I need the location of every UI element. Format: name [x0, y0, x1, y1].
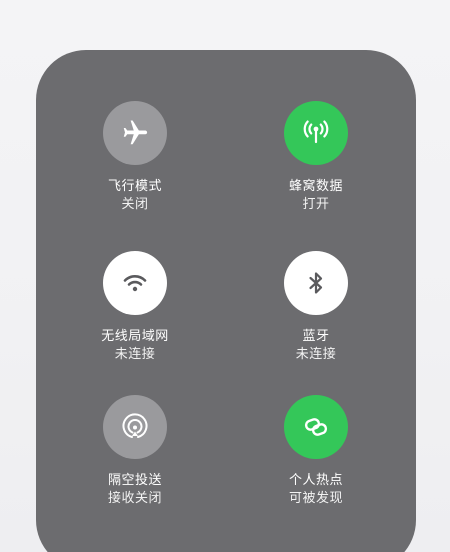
- antenna-icon: [299, 116, 333, 150]
- airdrop-control: 隔空投送 接收关闭: [65, 395, 205, 508]
- airplane-icon: [120, 118, 150, 148]
- wifi-icon: [120, 268, 150, 298]
- personal-hotspot-label: 个人热点: [288, 473, 343, 488]
- cellular-data-toggle[interactable]: [284, 101, 348, 165]
- airdrop-status: 接收关闭: [107, 491, 162, 506]
- airplane-mode-control: 飞行模式 关闭: [65, 101, 205, 214]
- bluetooth-toggle[interactable]: [284, 251, 348, 315]
- bluetooth-label: 蓝牙: [302, 329, 330, 344]
- wifi-control: 无线局域网 未连接: [65, 251, 205, 364]
- wifi-toggle[interactable]: [103, 251, 167, 315]
- bluetooth-icon: [301, 268, 331, 298]
- airplane-mode-toggle[interactable]: [103, 101, 167, 165]
- cellular-data-status: 打开: [302, 197, 330, 212]
- wifi-label: 无线局域网: [101, 329, 169, 344]
- airplane-mode-status: 关闭: [121, 197, 149, 212]
- bluetooth-control: 蓝牙 未连接: [246, 251, 386, 364]
- airdrop-label: 隔空投送: [107, 473, 162, 488]
- airdrop-icon: [118, 410, 152, 444]
- cellular-data-label: 蜂窝数据: [288, 179, 343, 194]
- personal-hotspot-status: 可被发现: [288, 491, 343, 506]
- airdrop-toggle[interactable]: [103, 395, 167, 459]
- airplane-mode-label: 飞行模式: [107, 179, 162, 194]
- connectivity-panel: 飞行模式 关闭 蜂窝数据 打开 无线局域网 未连接 蓝牙 未连接 隔空投送 接收…: [36, 50, 416, 552]
- personal-hotspot-control: 个人热点 可被发现: [246, 395, 386, 508]
- hotspot-link-icon: [301, 412, 331, 442]
- wifi-status: 未连接: [114, 347, 156, 362]
- cellular-data-control: 蜂窝数据 打开: [246, 101, 386, 214]
- bluetooth-status: 未连接: [295, 347, 337, 362]
- personal-hotspot-toggle[interactable]: [284, 395, 348, 459]
